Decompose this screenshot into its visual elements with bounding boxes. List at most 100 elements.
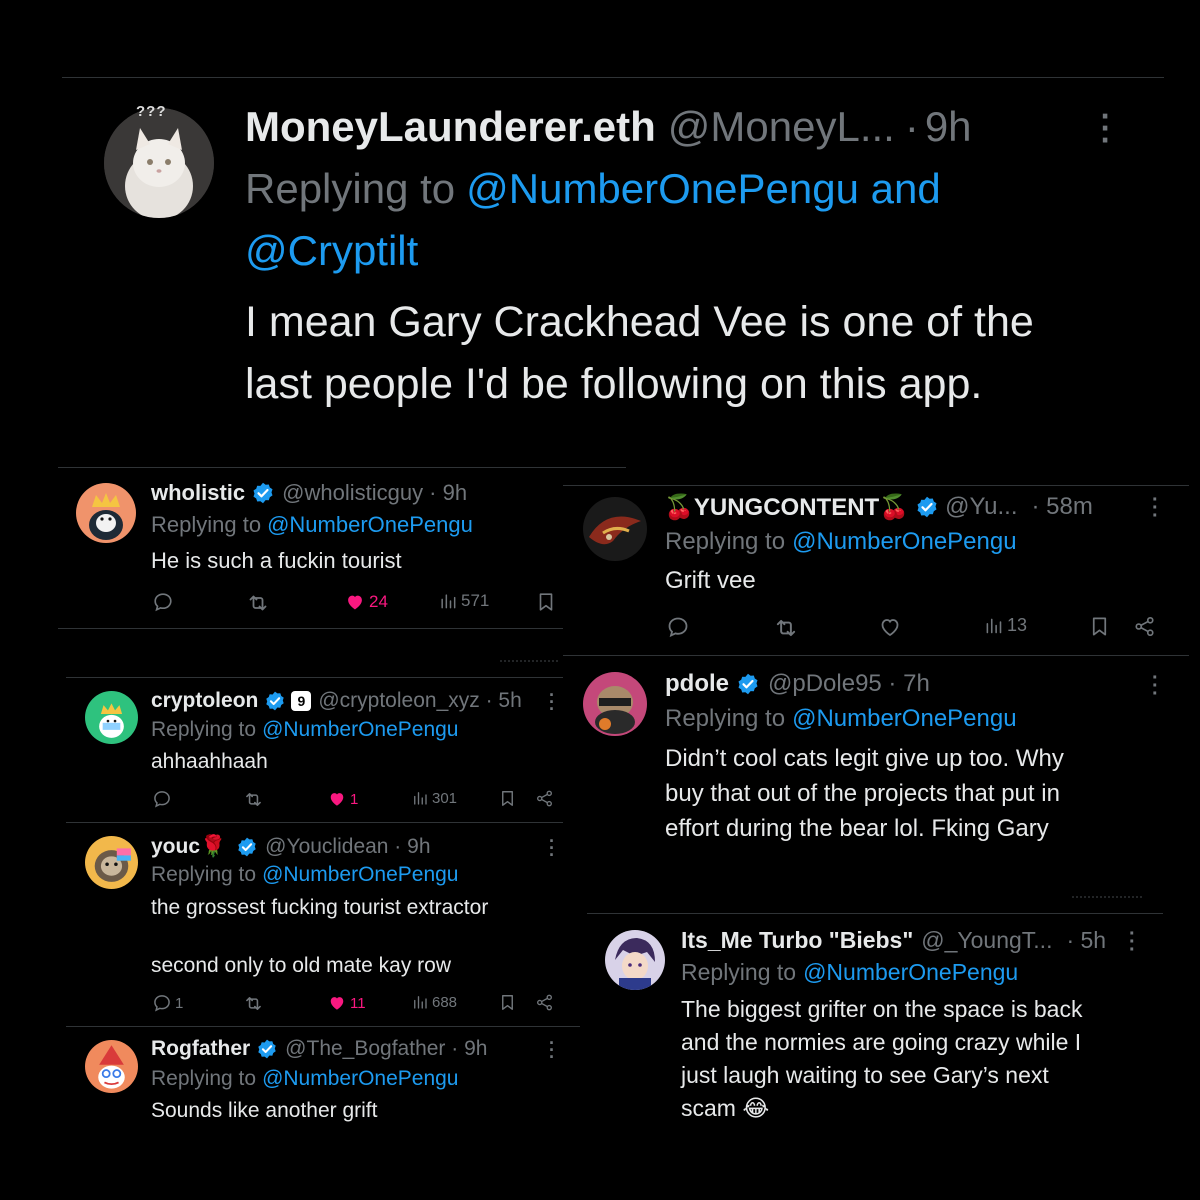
share-button[interactable] [535,993,554,1012]
yungcontent-handle[interactable]: @Yu... [945,493,1017,521]
bookmark-button[interactable] [498,993,517,1012]
like-button[interactable] [878,615,902,639]
left-divider-1 [58,628,563,629]
retweet-button[interactable] [243,789,264,810]
main-reply-mention-1[interactable]: @NumberOnePengu and [466,165,941,213]
yungcontent-text: Grift vee [665,567,756,594]
affiliate-badge: 9 [291,691,312,711]
avatar-moneylaunderer[interactable] [104,108,214,218]
rogfather-text: Sounds like another grift [151,1099,378,1122]
more-icon[interactable]: · · · [1152,490,1159,526]
pdole-text-2: buy that out of the projects that put in [665,780,1060,807]
bookmark-button[interactable] [498,789,517,808]
avatar-yungcontent[interactable] [583,497,647,561]
youc-handle[interactable]: @Youclidean · 9h [265,835,430,859]
bookmark-button[interactable] [1088,615,1111,638]
reply-button[interactable] [666,615,690,639]
cryptoleon-name[interactable]: cryptoleon [151,689,258,713]
rogfather-reply-prefix: Replying to [151,1067,257,1090]
more-icon[interactable]: · · · [1129,924,1136,960]
more-icon[interactable]: · · · [549,1034,555,1066]
view-count: 688 [432,993,458,1011]
cryptoleon-mention[interactable]: @NumberOnePengu [262,718,458,742]
turbo-name[interactable]: Its_Me Turbo "Biebs" [681,927,913,954]
avatar-youc[interactable] [85,836,138,889]
avatar-pdole[interactable] [583,672,647,736]
turbo-reply-prefix: Replying to [681,958,797,985]
like-button[interactable]: 1 [327,789,358,809]
views-button[interactable]: 571 [438,591,489,611]
yungcontent-mention[interactable]: @NumberOnePengu [792,528,1016,556]
separator-dots [500,660,558,662]
main-text-line-1: I mean Gary Crackhead Vee is one of the [245,297,1034,346]
reply-button[interactable]: 1 [152,993,183,1013]
like-button[interactable]: 11 [327,993,366,1013]
reply-button[interactable] [152,789,172,809]
verified-icon [236,836,258,858]
main-reply-mention-2[interactable]: @Cryptilt [245,227,418,275]
wholistic-name[interactable]: wholistic [151,480,245,506]
avatar-rogfather[interactable] [85,1040,138,1093]
avatar-turbo[interactable] [605,930,665,990]
views-icon [411,789,429,807]
bookmark-button[interactable] [535,591,557,613]
reply-icon [152,789,172,809]
rogfather-handle[interactable]: @The_Bogfather · 9h [285,1037,487,1061]
views-button[interactable]: 13 [983,615,1027,636]
reply-icon [666,615,690,639]
more-icon[interactable]: · · · [1152,668,1159,704]
like-button[interactable]: 24 [344,591,388,613]
turbo-time[interactable]: · 5h [1066,927,1106,954]
avatar-cryptoleon[interactable] [85,691,138,744]
retweet-button[interactable] [243,993,264,1014]
main-display-name[interactable]: MoneyLaunderer.eth [245,103,656,151]
youc-reply-prefix: Replying to [151,863,257,886]
avatar-wholistic[interactable] [76,483,136,543]
heart-icon [327,789,347,809]
pdole-mention[interactable]: @NumberOnePengu [792,705,1016,733]
views-icon [983,615,1004,636]
main-more-icon[interactable]: · · · [1096,100,1116,156]
main-reply-prefix: Replying to [245,165,456,212]
right-divider-top [563,485,1189,486]
share-button[interactable] [535,789,554,808]
share-icon [535,993,554,1012]
youc-mention[interactable]: @NumberOnePengu [262,863,458,887]
share-button[interactable] [1133,615,1156,638]
views-button[interactable]: 301 [411,789,457,807]
pdole-handle[interactable]: @pDole95 · 7h [768,670,930,698]
left-divider-top [58,467,626,468]
youc-name[interactable]: youc🌹 [151,835,226,859]
like-count: 24 [369,592,388,611]
main-sep: · [904,103,919,150]
reply-icon [152,993,172,1013]
turbo-text-4: scam 😂 [681,1094,770,1121]
retweet-icon [243,789,264,810]
view-count: 571 [461,591,490,610]
reply-button[interactable] [152,591,174,613]
yungcontent-name[interactable]: 🍒YUNGCONTENT🍒 [664,493,909,522]
turbo-mention[interactable]: @NumberOnePengu [803,959,1018,986]
top-divider [62,77,1164,78]
wholistic-handle[interactable]: @wholisticguy · 9h [282,480,467,506]
views-button[interactable]: 688 [411,993,457,1011]
left-divider-3 [66,822,563,823]
more-icon[interactable]: · · · [549,832,555,864]
verified-icon [256,1038,278,1060]
view-count: 13 [1007,615,1028,635]
main-handle[interactable]: @MoneyL... [668,103,895,151]
rogfather-name[interactable]: Rogfather [151,1037,250,1061]
reply-count: 1 [175,994,184,1012]
turbo-handle[interactable]: @_YoungT... [921,927,1052,954]
turbo-text-3: just laugh waiting to see Gary’s next [681,1061,1049,1088]
main-time[interactable]: 9h [925,103,972,151]
rogfather-mention[interactable]: @NumberOnePengu [262,1067,458,1091]
cryptoleon-handle[interactable]: @cryptoleon_xyz · 5h [318,689,521,713]
yungcontent-time[interactable]: · 58m [1032,493,1093,521]
cryptoleon-reply-prefix: Replying to [151,718,257,741]
retweet-button[interactable] [773,615,799,641]
retweet-button[interactable] [246,591,270,615]
more-icon[interactable]: · · · [549,686,555,718]
pdole-name[interactable]: pdole [665,670,729,698]
wholistic-mention[interactable]: @NumberOnePengu [267,512,473,538]
